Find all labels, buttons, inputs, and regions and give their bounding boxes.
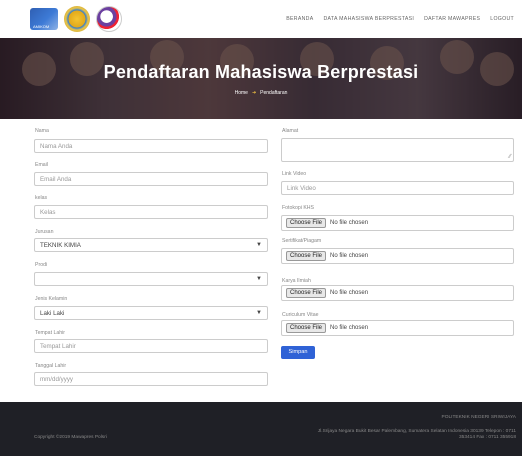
menu-beranda[interactable]: BERANDA xyxy=(286,16,313,22)
page-title: Pendaftaran Mahasiswa Berprestasi xyxy=(103,62,419,82)
copyright-text: Copyright ©2019 Mawapres Polsri xyxy=(34,435,107,440)
alamat-label: Alamat xyxy=(282,128,299,134)
sertifikat-label: Sertifikat/Piagam xyxy=(282,238,322,244)
alamat-textarea[interactable]: ∕∕ xyxy=(281,138,514,162)
email-label: Email xyxy=(35,162,48,168)
polsri-logo xyxy=(96,6,122,32)
khs-file-input[interactable]: Choose File No file chosen xyxy=(281,215,514,231)
navbar: AMIKOM BERANDA DATA MAHASISWA BERPRESTAS… xyxy=(0,0,522,38)
jurusan-value: TEKNIK KIMIA xyxy=(40,242,81,249)
jenis-kelamin-select[interactable]: Laki Laki ▼ xyxy=(34,306,268,320)
simpan-button[interactable]: Simpan xyxy=(281,346,315,359)
institution-name: POLITEKNIK NEGERI SRIWIJAYA xyxy=(441,415,516,420)
logo-caption: AMIKOM xyxy=(33,24,50,29)
breadcrumb-arrow-icon: ➜ xyxy=(251,90,257,96)
menu-daftar-mawapres[interactable]: DAFTAR MAWAPRES xyxy=(424,16,480,22)
university-seal-logo xyxy=(64,6,90,32)
dropdown-caret-icon: ▼ xyxy=(256,310,262,316)
cv-file-input[interactable]: Choose File No file chosen xyxy=(281,320,514,336)
karya-ilmiah-label: Karya Ilmiah xyxy=(282,278,311,284)
no-file-text: No file chosen xyxy=(330,253,369,259)
prodi-select[interactable]: ▼ xyxy=(34,272,268,286)
tempat-lahir-input[interactable]: Tempat Lahir xyxy=(34,339,268,353)
menu-data-mahasiswa[interactable]: DATA MAHASISWA BERPRESTASI xyxy=(323,16,414,22)
no-file-text: No file chosen xyxy=(330,290,369,296)
jenis-kelamin-value: Laki Laki xyxy=(40,310,65,317)
jurusan-label: Jurusan xyxy=(35,229,54,235)
dropdown-caret-icon: ▼ xyxy=(256,242,262,248)
resize-grip-icon[interactable]: ∕∕ xyxy=(509,154,511,160)
dropdown-caret-icon: ▼ xyxy=(256,276,262,282)
choose-file-button[interactable]: Choose File xyxy=(286,218,327,228)
breadcrumb: Home ➜ Pendaftaran xyxy=(0,90,522,96)
tanggal-lahir-input[interactable]: mm/dd/yyyy xyxy=(34,372,268,386)
institution-address: Jl.Srijaya Negara Bukit Besar Palembang,… xyxy=(317,428,516,441)
no-file-text: No file chosen xyxy=(330,325,369,331)
kelas-label: kelas xyxy=(35,195,48,201)
choose-file-button[interactable]: Choose File xyxy=(286,251,327,261)
amikom-logo[interactable]: AMIKOM xyxy=(30,8,58,30)
choose-file-button[interactable]: Choose File xyxy=(286,288,327,298)
jurusan-select[interactable]: TEKNIK KIMIA ▼ xyxy=(34,238,268,252)
email-input[interactable]: Email Anda xyxy=(34,172,268,186)
khs-label: Fotokopi KHS xyxy=(282,205,315,211)
choose-file-button[interactable]: Choose File xyxy=(286,323,327,333)
top-menu: BERANDA DATA MAHASISWA BERPRESTASI DAFTA… xyxy=(286,16,514,22)
nama-input[interactable]: Nama Anda xyxy=(34,139,268,153)
footer: Copyright ©2019 Mawapres Polsri POLITEKN… xyxy=(0,402,522,456)
kelas-input[interactable]: Kelas xyxy=(34,205,268,219)
nama-label: Nama xyxy=(35,128,49,134)
sertifikat-file-input[interactable]: Choose File No file chosen xyxy=(281,248,514,264)
footer-contact: POLITEKNIK NEGERI SRIWIJAYA Jl.Srijaya N… xyxy=(306,415,516,442)
link-video-input[interactable]: Link Video xyxy=(281,181,514,195)
breadcrumb-home[interactable]: Home xyxy=(235,90,248,96)
karya-ilmiah-file-input[interactable]: Choose File No file chosen xyxy=(281,285,514,301)
tanggal-lahir-label: Tanggal Lahir xyxy=(35,363,67,369)
tempat-lahir-label: Tempat Lahir xyxy=(35,330,65,336)
video-label: Link Video xyxy=(282,171,307,177)
hero-banner: Pendaftaran Mahasiswa Berprestasi Home ➜ P… xyxy=(0,38,522,119)
menu-logout[interactable]: LOGOUT xyxy=(490,16,514,22)
no-file-text: No file chosen xyxy=(330,220,369,226)
cv-label: Curiculum Vitae xyxy=(282,312,319,318)
prodi-label: Prodi xyxy=(35,262,48,268)
logo-group: AMIKOM xyxy=(30,6,122,32)
breadcrumb-current: Pendaftaran xyxy=(260,90,288,96)
jenis-kelamin-label: Jenis Kelamin xyxy=(35,296,68,302)
